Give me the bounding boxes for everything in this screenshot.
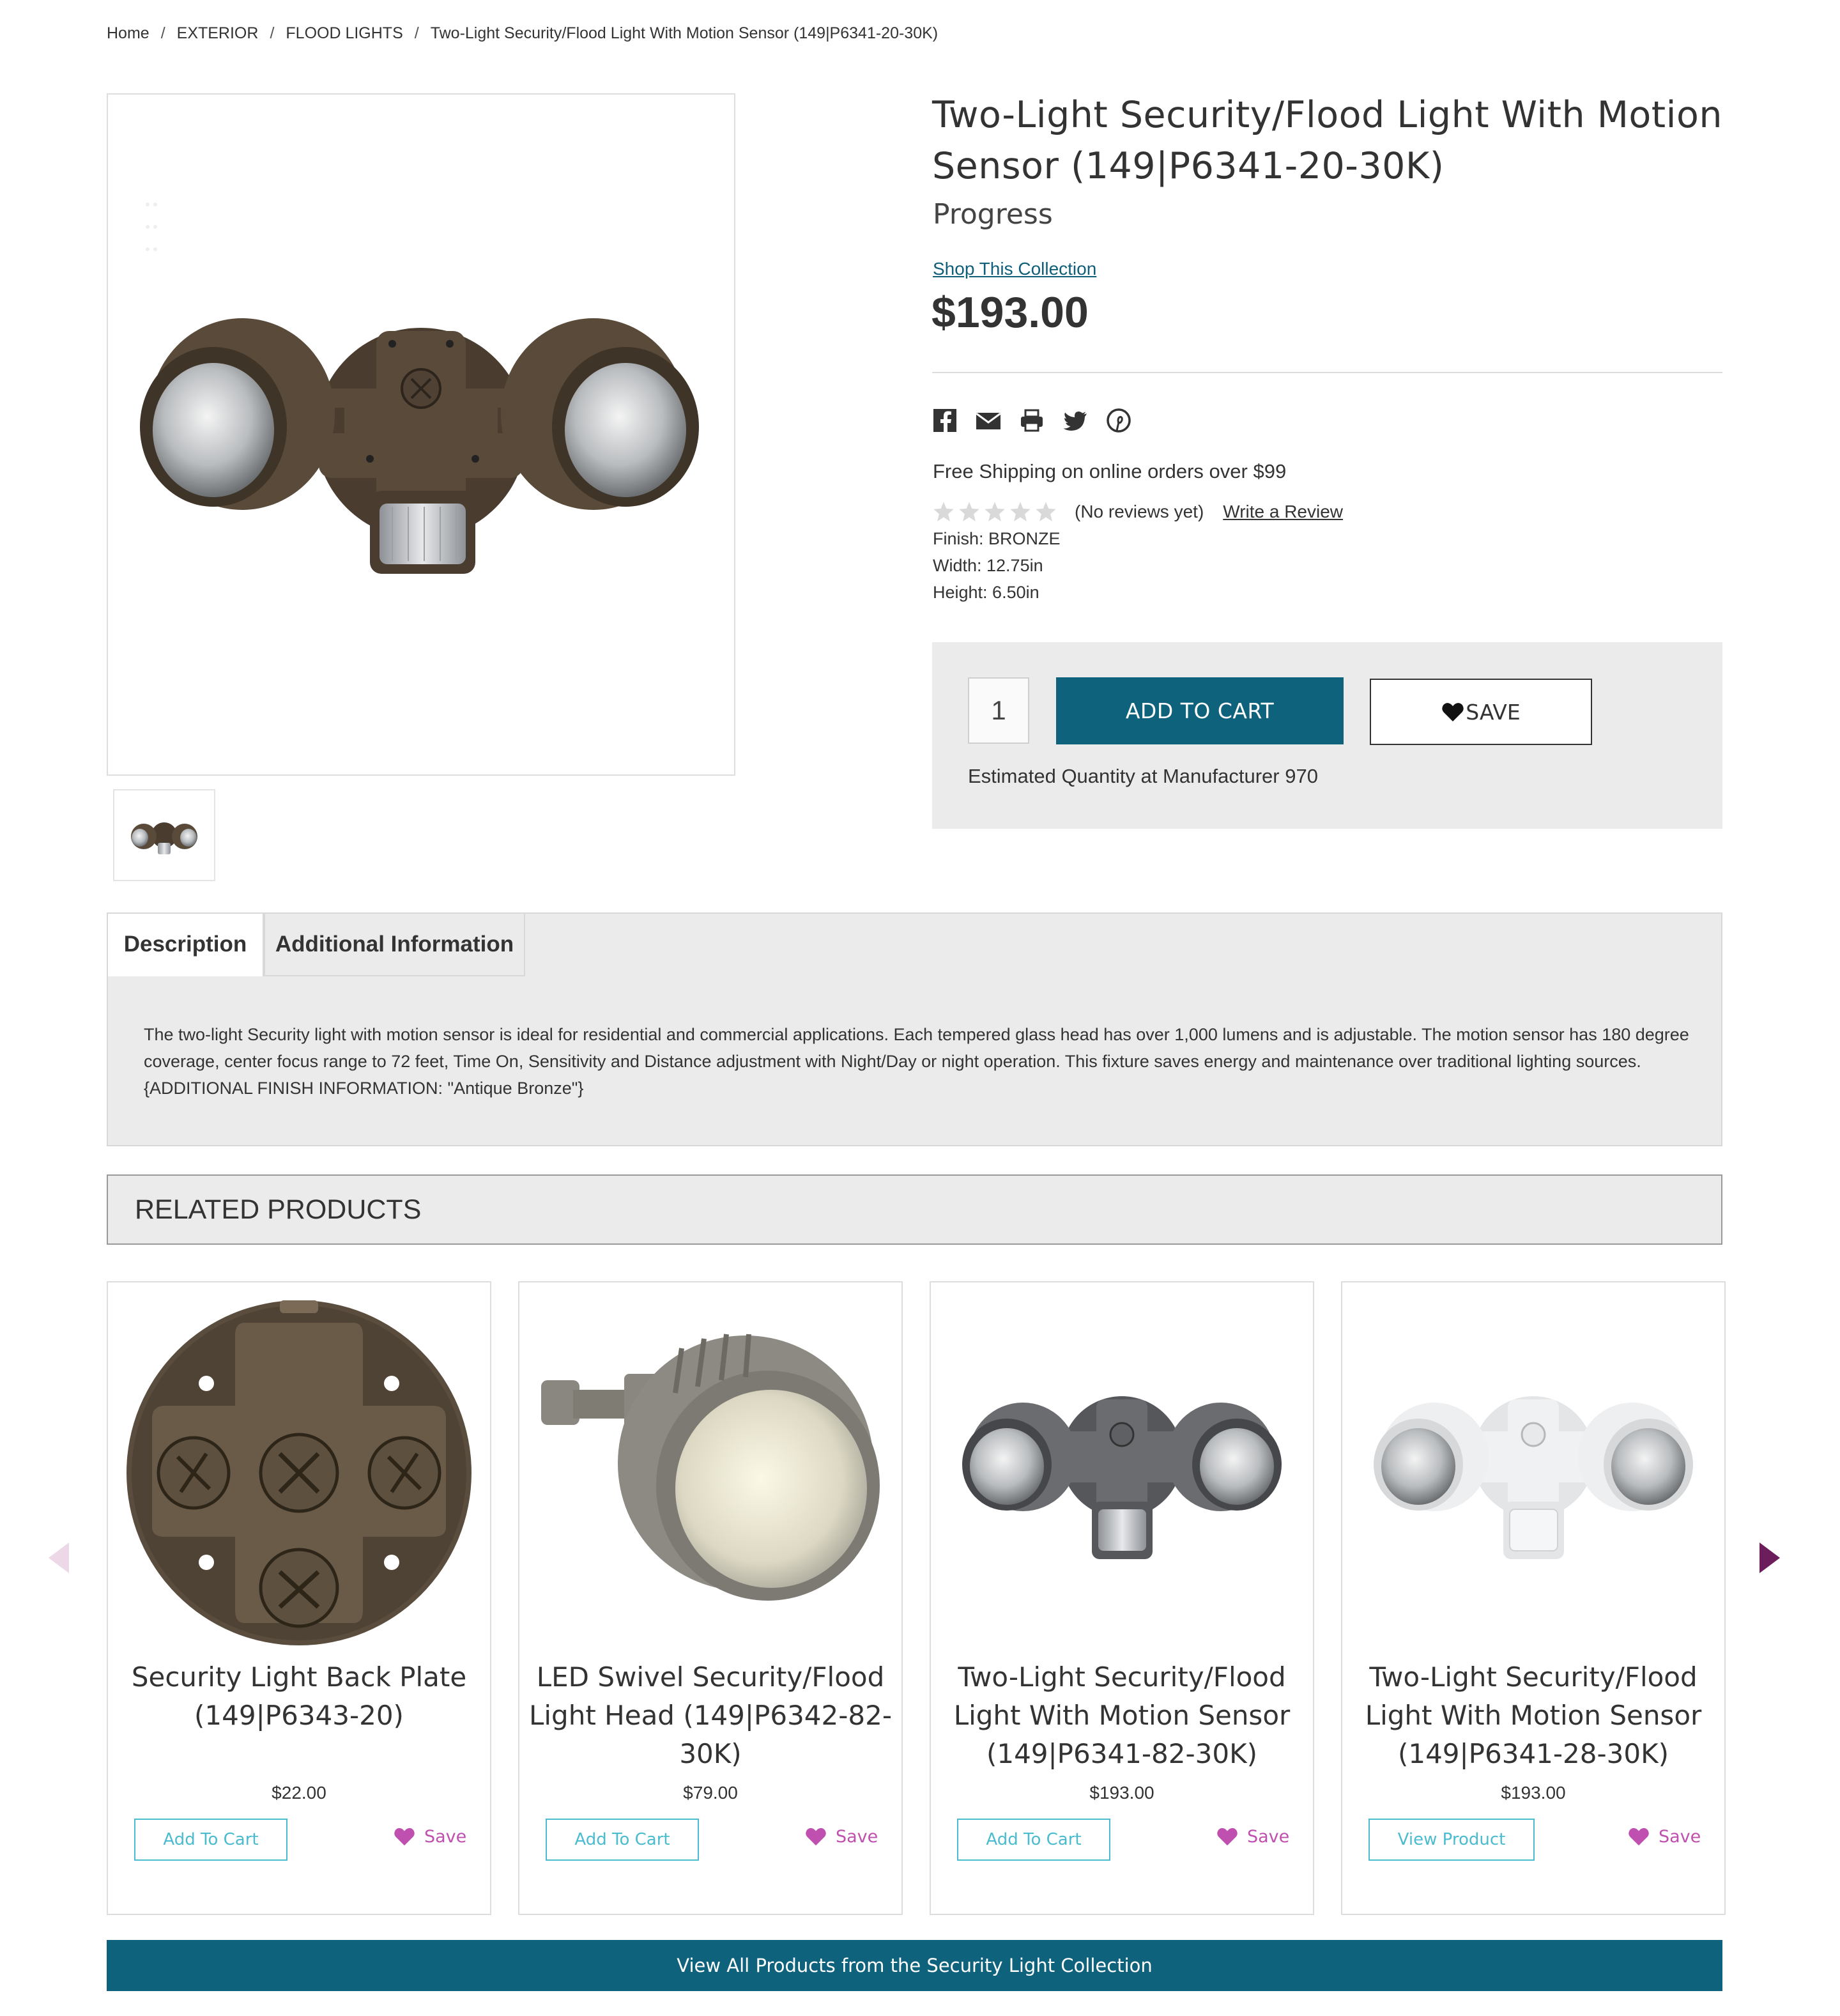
description-text: The two-light Security light with motion…	[144, 1025, 1689, 1098]
spec-height: Height: 6.50in	[933, 583, 1039, 602]
save-label: Save	[1659, 1826, 1701, 1847]
write-review-link[interactable]: Write a Review	[1223, 502, 1343, 522]
estimated-quantity: Estimated Quantity at Manufacturer 970	[968, 765, 1318, 787]
heart-icon	[394, 1827, 415, 1846]
related-products-heading: RELATED PRODUCTS	[107, 1174, 1722, 1245]
heart-icon	[1442, 703, 1464, 721]
reviews-count: (No reviews yet)	[1075, 502, 1204, 521]
led-swivel-head-image[interactable]	[535, 1297, 886, 1649]
breadcrumb-home[interactable]: Home	[107, 24, 150, 43]
add-to-cart-button[interactable]: ADD TO CART	[1056, 677, 1344, 744]
save-label: Save	[1247, 1826, 1290, 1847]
rating-stars	[933, 501, 1057, 523]
twitter-icon[interactable]	[1062, 408, 1088, 433]
white-flood-light-image[interactable]	[1358, 1297, 1709, 1649]
related-product-name[interactable]: Two-Light Security/Flood Light With Moti…	[1341, 1658, 1726, 1773]
breadcrumb-exterior[interactable]: EXTERIOR	[177, 24, 259, 43]
save-label: Save	[424, 1826, 467, 1847]
spec-finish: Finish: BRONZE	[933, 529, 1061, 548]
related-product-name[interactable]: LED Swivel Security/Flood Light Head (14…	[518, 1658, 903, 1773]
add-to-cart-button[interactable]: Add To Cart	[957, 1819, 1110, 1861]
breadcrumb: Home / EXTERIOR / FLOOD LIGHTS / Two-Lig…	[107, 24, 938, 43]
related-product-price: $193.00	[1501, 1783, 1566, 1803]
add-to-cart-button[interactable]: Add To Cart	[546, 1819, 699, 1861]
star-icon	[1010, 502, 1031, 521]
pinterest-icon[interactable]	[1106, 408, 1131, 433]
save-link[interactable]: Save	[805, 1826, 878, 1847]
share-icons	[932, 408, 1131, 433]
back-plate-image[interactable]	[123, 1297, 475, 1649]
save-button-label: SAVE	[1466, 699, 1521, 725]
tab-additional-information[interactable]: Additional Information	[264, 912, 525, 976]
breadcrumb-separator: /	[160, 24, 165, 42]
email-icon[interactable]	[976, 408, 1001, 433]
free-shipping-text: Free Shipping on online orders over $99	[933, 460, 1287, 482]
tab-description[interactable]: Description	[107, 912, 264, 976]
star-icon	[1036, 502, 1056, 521]
product-title: Two-Light Security/Flood Light With Moti…	[932, 94, 1722, 187]
view-all-collection-button[interactable]: View All Products from the Security Ligh…	[107, 1940, 1722, 1991]
star-icon	[933, 502, 954, 521]
main-product-image[interactable]	[107, 93, 735, 776]
print-icon[interactable]	[1019, 408, 1045, 433]
spec-width: Width: 12.75in	[933, 556, 1043, 575]
related-product-price: $22.00	[272, 1783, 326, 1803]
related-product-name[interactable]: Security Light Back Plate (149|P6343-20)	[107, 1658, 491, 1735]
gray-flood-light-image[interactable]	[946, 1297, 1298, 1649]
save-link[interactable]: Save	[394, 1826, 466, 1847]
breadcrumb-separator: /	[414, 24, 419, 42]
save-link[interactable]: Save	[1216, 1826, 1289, 1847]
related-product-price: $79.00	[683, 1783, 738, 1803]
star-icon	[959, 502, 979, 521]
carousel-prev-arrow-icon[interactable]	[46, 1540, 72, 1576]
related-product-price: $193.00	[1089, 1783, 1154, 1803]
add-to-cart-button[interactable]: Add To Cart	[134, 1819, 288, 1861]
heart-icon	[1629, 1827, 1649, 1846]
divider	[932, 372, 1722, 373]
breadcrumb-separator: /	[270, 24, 275, 42]
product-price: $193.00	[931, 288, 1089, 337]
related-product-name[interactable]: Two-Light Security/Flood Light With Moti…	[930, 1658, 1314, 1773]
breadcrumb-current: Two-Light Security/Flood Light With Moti…	[430, 24, 939, 42]
quantity-input[interactable]: 1	[968, 677, 1029, 744]
save-link[interactable]: Save	[1628, 1826, 1701, 1847]
star-icon	[985, 502, 1005, 521]
bronze-flood-light-image	[140, 318, 699, 574]
image-zoom-dots	[144, 198, 159, 259]
heart-icon	[1217, 1827, 1238, 1846]
view-product-button[interactable]: View Product	[1368, 1819, 1535, 1861]
facebook-icon[interactable]	[932, 408, 958, 433]
save-label: Save	[836, 1826, 878, 1847]
rating-row: (No reviews yet) Write a Review	[933, 501, 1343, 523]
save-button[interactable]: SAVE	[1370, 679, 1592, 745]
breadcrumb-flood-lights[interactable]: FLOOD LIGHTS	[286, 24, 402, 43]
shop-collection-link[interactable]: Shop This Collection	[933, 259, 1096, 279]
product-brand: Progress	[933, 198, 1053, 231]
carousel-next-arrow-icon[interactable]	[1757, 1540, 1782, 1576]
heart-icon	[806, 1827, 826, 1846]
product-thumbnail[interactable]	[113, 789, 215, 881]
